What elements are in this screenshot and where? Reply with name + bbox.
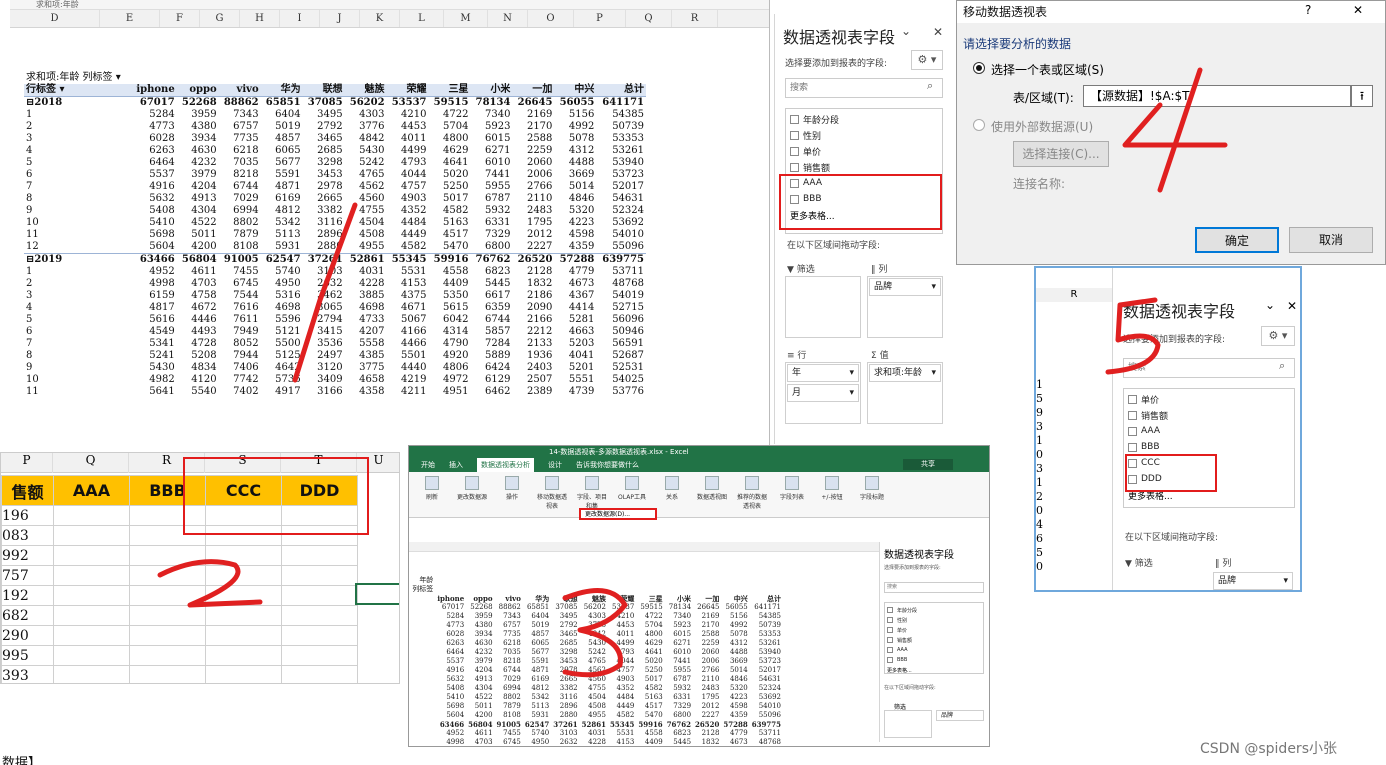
annotation-2 bbox=[157, 559, 263, 608]
annotation-5 bbox=[1105, 297, 1161, 375]
watermark: CSDN @spiders小张 bbox=[1200, 741, 1337, 757]
annotation-4 bbox=[1122, 67, 1228, 193]
annotation-3 bbox=[562, 587, 628, 678]
annotation-1 bbox=[292, 202, 358, 383]
annotations-layer bbox=[157, 67, 1228, 678]
sheet-tab-fragment[interactable]: 数据】 bbox=[2, 752, 41, 765]
